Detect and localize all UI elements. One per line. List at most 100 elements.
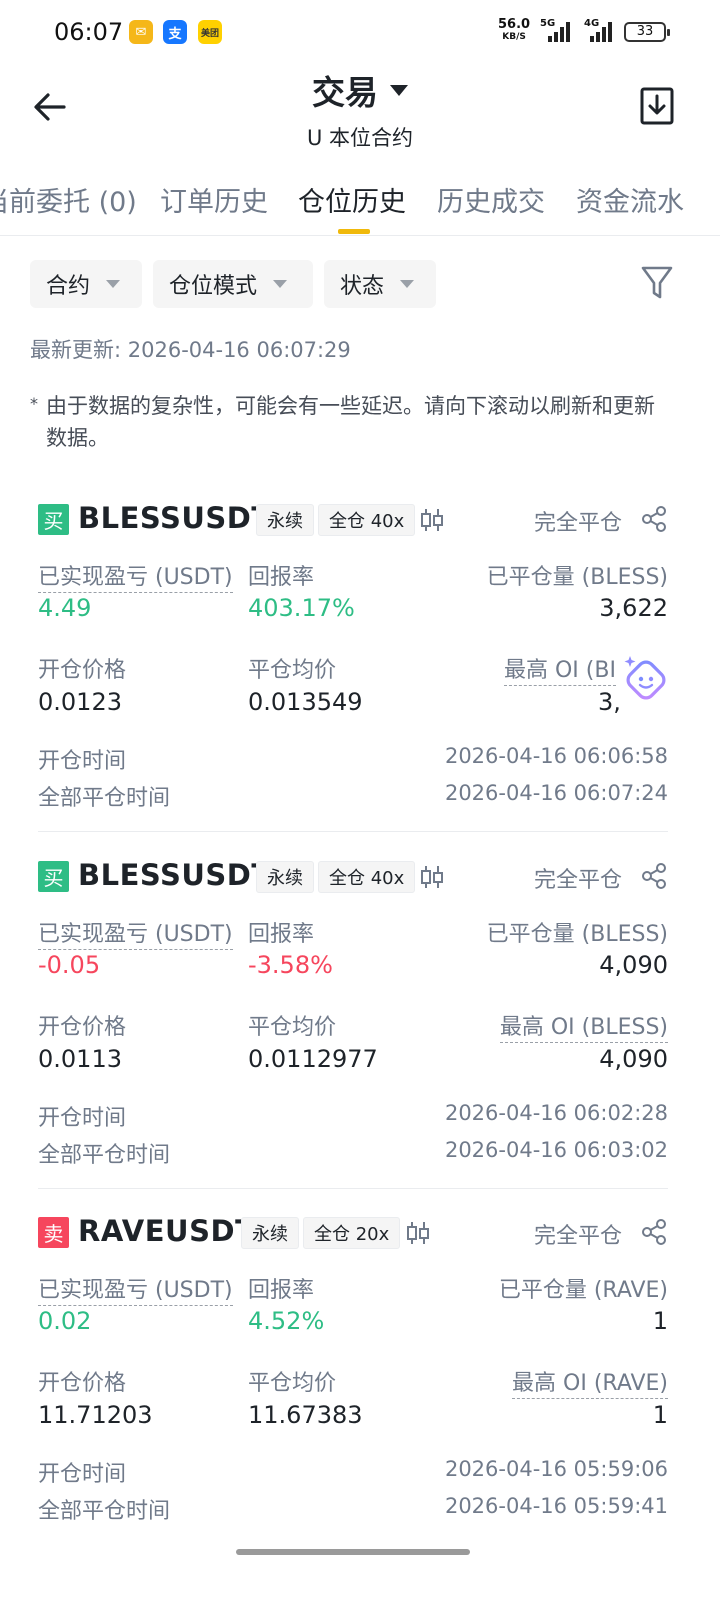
entry-price-label: 开仓价格 xyxy=(38,1371,127,1396)
realized-pnl-label[interactable]: 已实现盈亏 (USDT) xyxy=(38,559,233,593)
side-badge: 卖 xyxy=(38,1217,69,1248)
closed-qty-label: 已平仓量 (BLESS) xyxy=(486,565,668,590)
entry-price-value: 0.0113 xyxy=(38,1045,122,1073)
close-time-value: 2026-04-16 06:03:02 xyxy=(444,1138,668,1162)
avg-close-price-value: 0.013549 xyxy=(248,688,363,716)
closed-qty-value: 1 xyxy=(652,1307,668,1335)
signal-icon-2 xyxy=(590,20,612,42)
active-tab-indicator xyxy=(338,229,370,234)
position-card: 买 BLESSUSDT 永续 全仓 40x 完全平仓 已实现盈亏 (USDT) … xyxy=(38,501,668,842)
side-badge: 买 xyxy=(38,504,69,535)
max-oi-value: 1 xyxy=(652,1401,668,1429)
close-status: 完全平仓 xyxy=(533,868,622,893)
share-icon[interactable] xyxy=(640,1218,668,1246)
position-card: 买 BLESSUSDT 永续 全仓 40x 完全平仓 已实现盈亏 (USDT) … xyxy=(38,858,668,1199)
position-mode-filter-label: 仓位模式 xyxy=(169,274,258,299)
header: 交易 U 本位合约 xyxy=(0,66,720,152)
margin-leverage-tag: 全仓 20x xyxy=(303,1217,401,1249)
close-time-label: 全部平仓时间 xyxy=(38,786,171,811)
network-speed-unit: KB/S xyxy=(502,32,526,42)
side-badge: 买 xyxy=(38,861,69,892)
data-delay-notice: * 由于数据的复杂性，可能会有一些延迟。请向下滚动以刷新和更新数据。 xyxy=(30,390,670,454)
realized-pnl-value: 4.49 xyxy=(38,594,92,622)
contract-type-tag: 永续 xyxy=(256,504,314,536)
open-time-value: 2026-04-16 05:59:06 xyxy=(444,1457,668,1481)
max-oi-label[interactable]: 最高 OI (BLESS) xyxy=(499,1009,668,1043)
page-subtitle: U 本位合约 xyxy=(306,126,414,150)
close-time-value: 2026-04-16 06:07:24 xyxy=(444,781,668,805)
roi-value: -3.58% xyxy=(248,951,333,979)
candlestick-chart-icon[interactable] xyxy=(418,506,446,534)
entry-price-label: 开仓价格 xyxy=(38,1015,127,1040)
max-oi-value: 4,090 xyxy=(599,1045,668,1073)
symbol[interactable]: BLESSUSDT xyxy=(78,858,272,892)
close-status: 完全平仓 xyxy=(533,1224,622,1249)
symbol[interactable]: BLESSUSDT xyxy=(78,501,272,535)
meituan-app-icon: 美团 xyxy=(198,20,222,44)
open-time-value: 2026-04-16 06:02:28 xyxy=(444,1101,668,1125)
avg-close-price-value: 11.67383 xyxy=(248,1401,363,1429)
margin-leverage-tag: 全仓 40x xyxy=(318,504,416,536)
candlestick-chart-icon[interactable] xyxy=(404,1219,432,1247)
card-divider xyxy=(38,831,668,832)
avg-close-price-label: 平仓均价 xyxy=(248,1015,337,1040)
share-icon[interactable] xyxy=(640,505,668,533)
status-filter-label: 状态 xyxy=(340,274,385,299)
closed-qty-value: 4,090 xyxy=(599,951,668,979)
dropdown-caret-icon xyxy=(273,280,288,288)
filter-funnel-icon[interactable] xyxy=(640,264,674,302)
network-speed: 56.0 KB/S xyxy=(498,17,531,43)
status-bar: 06:07 ✉ 支 美团 56.0 KB/S 5G 4G 33 xyxy=(0,0,720,64)
open-time-label: 开仓时间 xyxy=(38,1462,127,1487)
download-icon[interactable] xyxy=(638,86,676,126)
share-icon[interactable] xyxy=(640,862,668,890)
notice-asterisk: * xyxy=(30,394,38,413)
entry-price-value: 11.71203 xyxy=(38,1401,153,1429)
contract-type-tag: 永续 xyxy=(256,861,314,893)
max-oi-label[interactable]: 最高 OI (BI xyxy=(504,652,616,686)
max-oi-value: 3, xyxy=(598,688,621,716)
tab-bar: 当前委托 (0) 订单历史 仓位历史 历史成交 资金流水 xyxy=(0,176,720,236)
close-time-label: 全部平仓时间 xyxy=(38,1499,171,1524)
home-indicator[interactable] xyxy=(236,1549,470,1555)
open-time-label: 开仓时间 xyxy=(38,749,127,774)
avg-close-price-label: 平仓均价 xyxy=(248,658,337,683)
close-time-value: 2026-04-16 05:59:41 xyxy=(444,1494,668,1518)
tab-open-orders[interactable]: 当前委托 (0) xyxy=(0,180,137,219)
roi-label: 回报率 xyxy=(248,922,315,947)
mail-app-icon: ✉ xyxy=(129,20,153,44)
symbol[interactable]: RAVEUSDT xyxy=(78,1214,255,1248)
close-status: 完全平仓 xyxy=(533,511,622,536)
tab-transaction-history[interactable]: 资金流水 xyxy=(576,180,684,219)
page-title: 交易 xyxy=(312,73,378,112)
roi-label: 回报率 xyxy=(248,1278,315,1303)
dropdown-caret-icon xyxy=(106,280,121,288)
close-time-label: 全部平仓时间 xyxy=(38,1143,171,1168)
tab-order-history[interactable]: 订单历史 xyxy=(160,180,268,219)
last-updated: 最新更新: 2026-04-16 06:07:29 xyxy=(30,338,351,362)
tab-position-history[interactable]: 仓位历史 xyxy=(298,180,406,219)
status-filter[interactable]: 状态 xyxy=(324,260,436,308)
tab-trade-history[interactable]: 历史成交 xyxy=(437,180,545,219)
avg-close-price-value: 0.0112977 xyxy=(248,1045,378,1073)
closed-qty-label: 已平仓量 (RAVE) xyxy=(498,1278,668,1303)
entry-price-label: 开仓价格 xyxy=(38,658,127,683)
network-speed-value: 56.0 xyxy=(498,17,531,32)
max-oi-label[interactable]: 最高 OI (RAVE) xyxy=(512,1365,668,1399)
realized-pnl-label[interactable]: 已实现盈亏 (USDT) xyxy=(38,1272,233,1306)
candlestick-chart-icon[interactable] xyxy=(418,863,446,891)
signal-icon xyxy=(548,20,570,42)
roi-value: 403.17% xyxy=(248,594,355,622)
alipay-app-icon: 支 xyxy=(163,20,187,44)
position-card: 卖 RAVEUSDT 永续 全仓 20x 完全平仓 已实现盈亏 (USDT) 回… xyxy=(38,1214,668,1545)
contract-filter[interactable]: 合约 xyxy=(30,260,142,308)
contract-type-tag: 永续 xyxy=(241,1217,299,1249)
notice-text: 由于数据的复杂性，可能会有一些延迟。请向下滚动以刷新和更新数据。 xyxy=(46,394,655,450)
page-title-dropdown[interactable]: 交易 xyxy=(312,66,408,114)
position-mode-filter[interactable]: 仓位模式 xyxy=(153,260,313,308)
ai-assistant-icon[interactable] xyxy=(622,654,672,704)
battery-icon: 33 xyxy=(624,22,670,42)
open-time-label: 开仓时间 xyxy=(38,1106,127,1131)
margin-leverage-tag: 全仓 40x xyxy=(318,861,416,893)
realized-pnl-label[interactable]: 已实现盈亏 (USDT) xyxy=(38,916,233,950)
